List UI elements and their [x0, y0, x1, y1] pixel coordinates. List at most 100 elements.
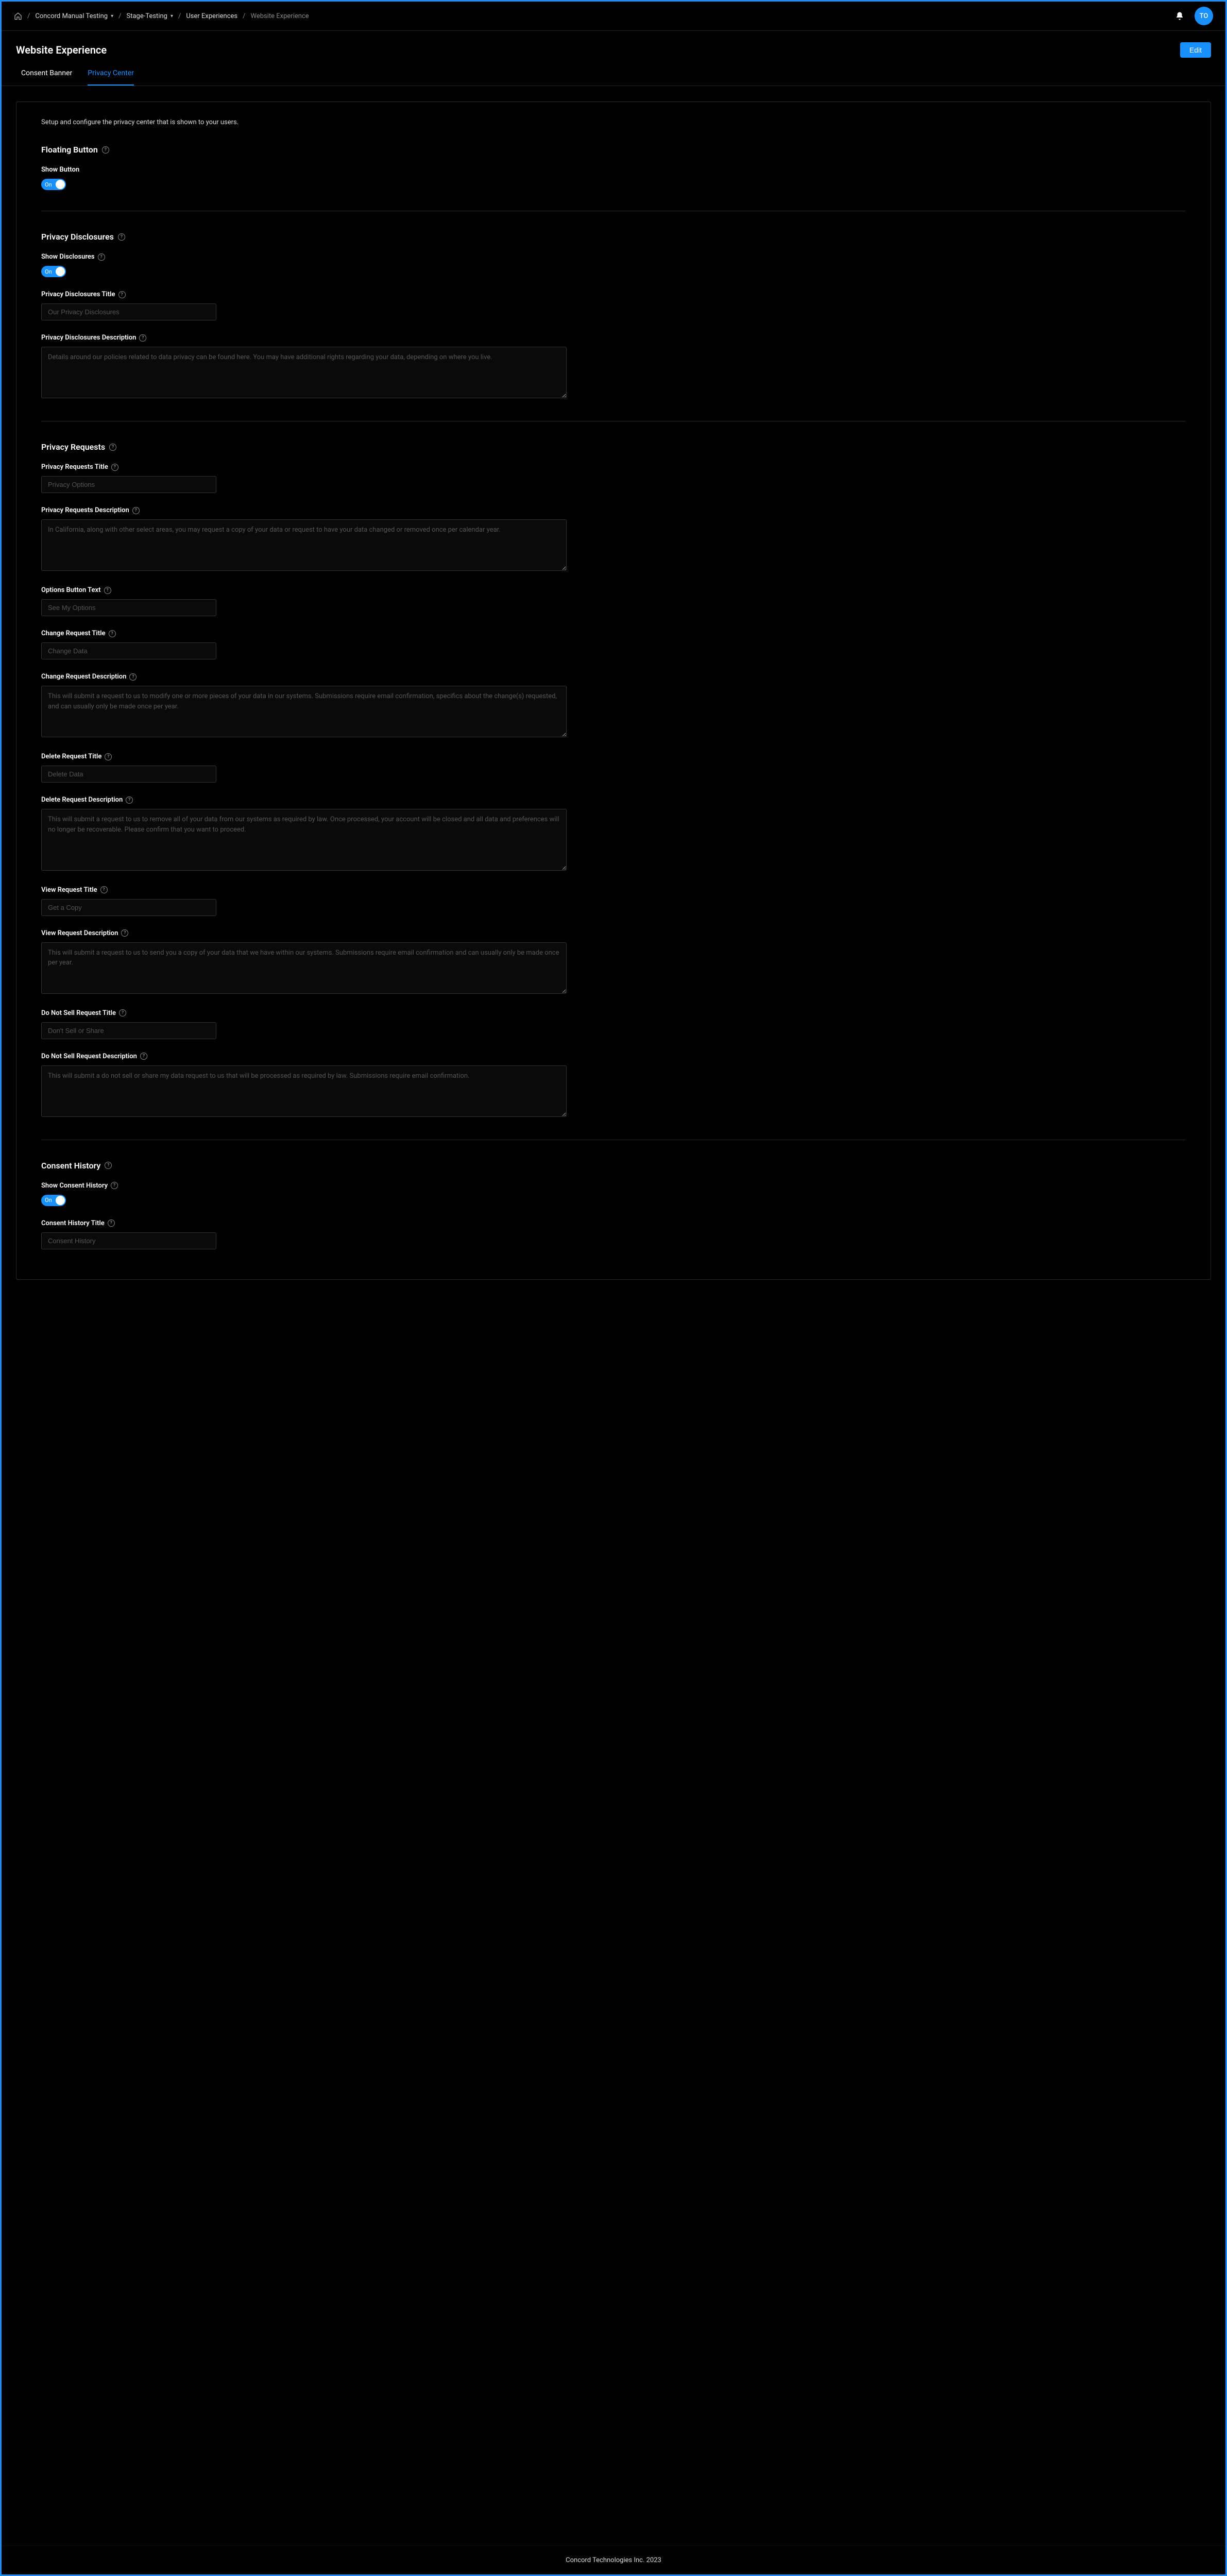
topbar-right: TO [1175, 7, 1213, 25]
view-request-title-field: View Request Title? [41, 886, 1186, 916]
view-request-title-input[interactable] [41, 899, 216, 916]
edit-button[interactable]: Edit [1180, 42, 1211, 58]
help-icon[interactable]: ? [118, 233, 125, 241]
help-icon[interactable]: ? [98, 253, 105, 261]
chevron-down-icon: ▾ [111, 13, 113, 19]
section-floating-button-header: Floating Button ? [41, 145, 1186, 155]
chevron-down-icon: ▾ [171, 13, 173, 19]
content: Setup and configure the privacy center t… [2, 86, 1225, 2546]
help-icon[interactable]: ? [108, 1219, 115, 1227]
view-request-desc-field: View Request Description? [41, 929, 1186, 996]
delete-request-desc-textarea[interactable] [41, 809, 567, 871]
dns-request-title-input[interactable] [41, 1022, 216, 1039]
privacy-disclosures-desc-label: Privacy Disclosures Description ? [41, 334, 1186, 342]
show-disclosures-label: Show Disclosures ? [41, 253, 1186, 261]
page-header: Website Experience Edit [2, 31, 1225, 64]
delete-request-desc-field: Delete Request Description? [41, 796, 1186, 873]
privacy-disclosures-desc-textarea[interactable] [41, 347, 567, 398]
breadcrumb-separator: / [118, 12, 121, 20]
change-request-title-input[interactable] [41, 642, 216, 659]
show-button-field: Show Button On [41, 166, 1186, 190]
section-privacy-disclosures-header: Privacy Disclosures ? [41, 232, 1186, 242]
toggle-state-label: On [41, 1197, 52, 1204]
breadcrumb-section[interactable]: User Experiences [186, 12, 237, 20]
breadcrumb-current-label: Website Experience [251, 12, 309, 20]
breadcrumb-current: Website Experience [251, 12, 309, 20]
help-icon[interactable]: ? [105, 753, 112, 760]
options-button-text-input[interactable] [41, 599, 216, 616]
toggle-knob [56, 1196, 65, 1205]
help-icon[interactable]: ? [102, 146, 109, 154]
user-avatar[interactable]: TO [1195, 7, 1213, 25]
privacy-requests-title-input[interactable] [41, 476, 216, 493]
help-icon[interactable]: ? [132, 507, 140, 514]
help-icon[interactable]: ? [105, 1162, 112, 1169]
help-icon[interactable]: ? [140, 1053, 147, 1060]
privacy-requests-desc-textarea[interactable] [41, 519, 567, 571]
breadcrumb-org[interactable]: Concord Manual Testing ▾ [35, 12, 113, 20]
breadcrumb-stage[interactable]: Stage-Testing ▾ [127, 12, 174, 20]
help-icon[interactable]: ? [126, 796, 133, 804]
section-floating-button-title: Floating Button [41, 145, 98, 155]
privacy-requests-title-field: Privacy Requests Title? [41, 463, 1186, 493]
toggle-knob [56, 180, 65, 189]
delete-request-title-input[interactable] [41, 766, 216, 783]
footer-text: Concord Technologies Inc. 2023 [566, 2556, 661, 2564]
privacy-disclosures-desc-field: Privacy Disclosures Description ? [41, 334, 1186, 400]
section-consent-history-title: Consent History [41, 1161, 100, 1171]
dns-request-desc-textarea[interactable] [41, 1065, 567, 1117]
help-icon[interactable]: ? [111, 464, 118, 471]
view-request-desc-textarea[interactable] [41, 942, 567, 994]
help-icon[interactable]: ? [109, 444, 116, 451]
footer: Concord Technologies Inc. 2023 [2, 2546, 1225, 2574]
change-request-desc-field: Change Request Description? [41, 673, 1186, 739]
options-button-text-field: Options Button Text? [41, 586, 1186, 616]
dns-request-title-field: Do Not Sell Request Title? [41, 1009, 1186, 1039]
help-icon[interactable]: ? [121, 929, 128, 937]
help-icon[interactable]: ? [111, 1182, 118, 1189]
section-privacy-disclosures-title: Privacy Disclosures [41, 232, 114, 242]
consent-history-title-input[interactable] [41, 1232, 216, 1249]
breadcrumb-section-label: User Experiences [186, 12, 237, 20]
breadcrumb-separator: / [178, 12, 181, 20]
toggle-state-label: On [41, 181, 52, 188]
breadcrumb-separator: / [243, 12, 245, 20]
help-icon[interactable]: ? [100, 886, 108, 893]
section-privacy-requests-header: Privacy Requests ? [41, 442, 1186, 452]
show-button-toggle[interactable]: On [41, 179, 66, 190]
privacy-disclosures-title-field: Privacy Disclosures Title ? [41, 291, 1186, 320]
tab-privacy-center[interactable]: Privacy Center [88, 64, 134, 86]
help-icon[interactable]: ? [129, 673, 137, 681]
breadcrumb-org-label: Concord Manual Testing [35, 12, 108, 20]
home-icon[interactable] [14, 12, 22, 20]
show-button-label: Show Button [41, 166, 1186, 174]
help-icon[interactable]: ? [119, 1009, 126, 1016]
change-request-desc-textarea[interactable] [41, 686, 567, 737]
help-icon[interactable]: ? [139, 334, 146, 342]
breadcrumb: / Concord Manual Testing ▾ / Stage-Testi… [14, 12, 309, 20]
toggle-knob [56, 267, 65, 276]
breadcrumb-stage-label: Stage-Testing [127, 12, 167, 20]
dns-request-desc-field: Do Not Sell Request Description? [41, 1053, 1186, 1119]
delete-request-title-field: Delete Request Title? [41, 753, 1186, 783]
panel: Setup and configure the privacy center t… [16, 101, 1211, 1280]
section-privacy-requests-title: Privacy Requests [41, 442, 105, 452]
privacy-disclosures-title-input[interactable] [41, 303, 216, 320]
notification-bell-icon[interactable] [1175, 11, 1184, 21]
section-consent-history-header: Consent History ? [41, 1161, 1186, 1171]
help-icon[interactable]: ? [104, 587, 111, 594]
tabs: Consent Banner Privacy Center [2, 64, 1225, 86]
page-title: Website Experience [16, 44, 107, 56]
show-disclosures-toggle[interactable]: On [41, 266, 66, 277]
show-consent-history-toggle[interactable]: On [41, 1195, 66, 1206]
avatar-initials: TO [1200, 12, 1208, 20]
help-icon[interactable]: ? [118, 291, 126, 298]
help-icon[interactable]: ? [109, 630, 116, 637]
consent-history-title-field: Consent History Title? [41, 1219, 1186, 1249]
change-request-title-field: Change Request Title? [41, 630, 1186, 659]
tab-consent-banner[interactable]: Consent Banner [21, 64, 72, 86]
show-disclosures-field: Show Disclosures ? On [41, 253, 1186, 277]
intro-text: Setup and configure the privacy center t… [41, 118, 1186, 126]
privacy-requests-desc-field: Privacy Requests Description? [41, 506, 1186, 573]
breadcrumb-separator: / [27, 12, 30, 20]
